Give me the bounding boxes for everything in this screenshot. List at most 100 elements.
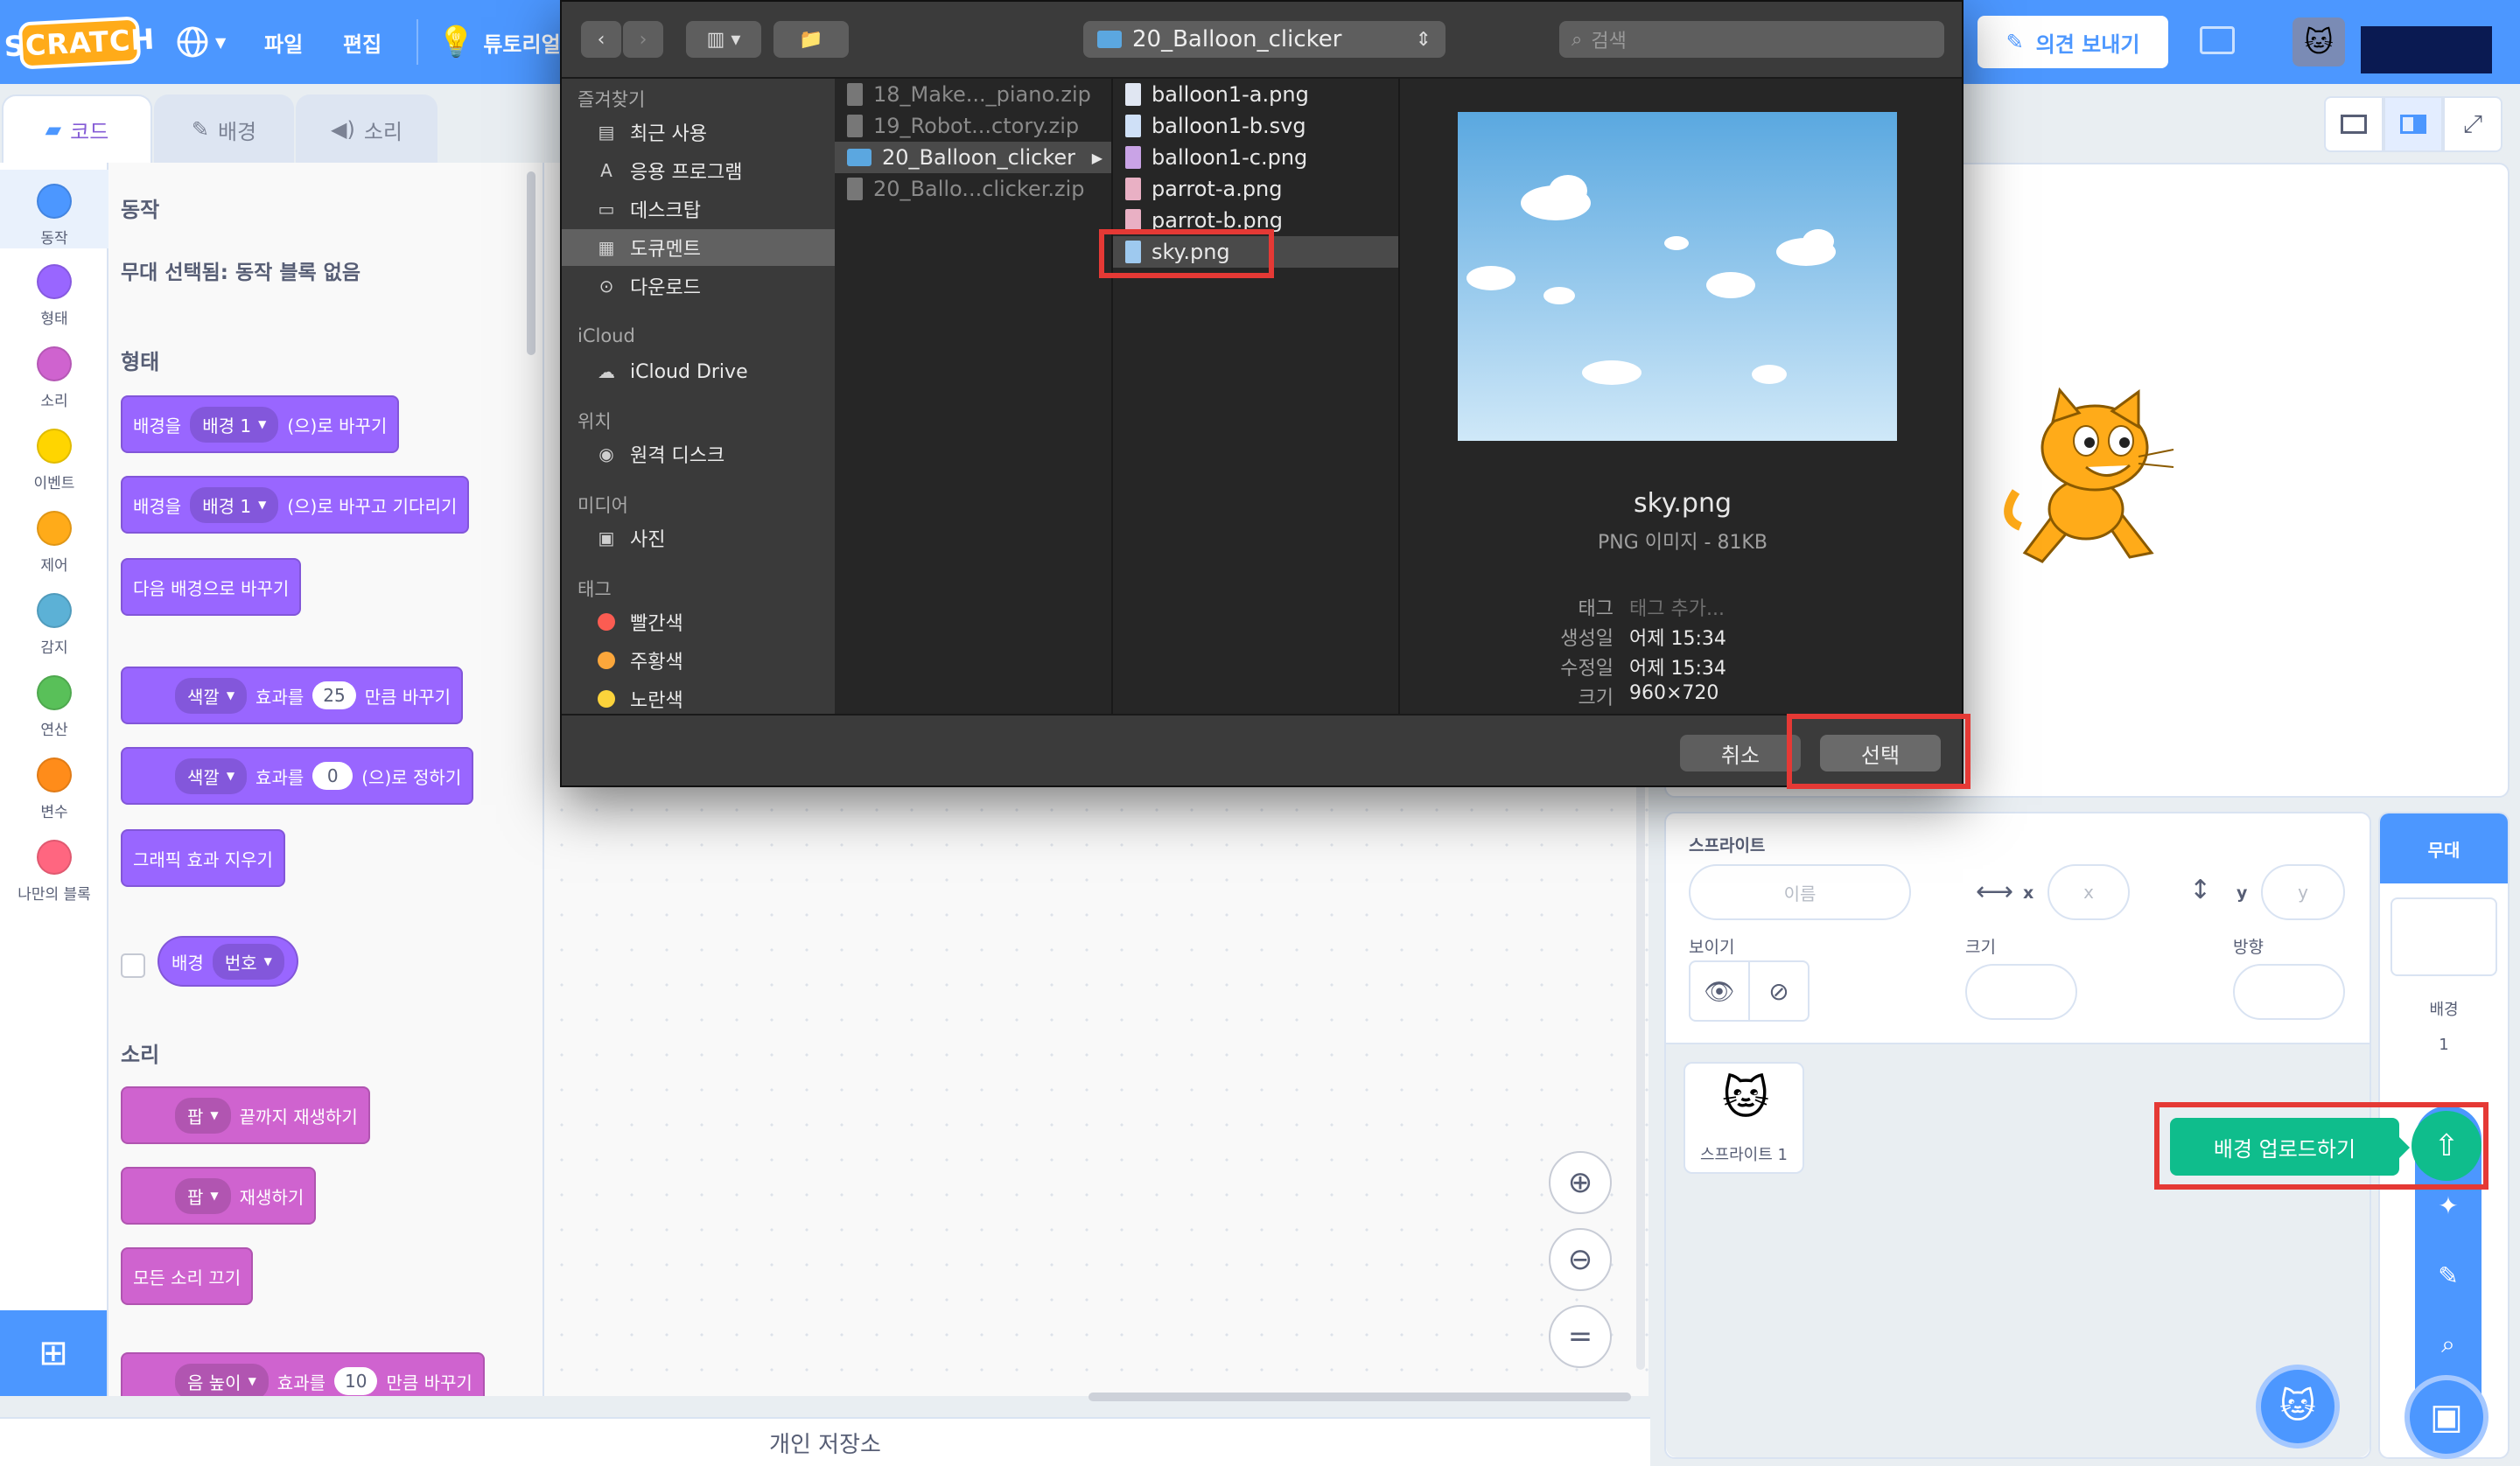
view-mode-button[interactable]: ▥ ▾ bbox=[686, 21, 761, 58]
sprite-name-input[interactable]: 이름 bbox=[1689, 864, 1911, 920]
back-button[interactable]: ‹ bbox=[581, 21, 621, 58]
search-field[interactable]: ⌕ 검색 bbox=[1559, 21, 1944, 58]
size-input[interactable] bbox=[1965, 964, 2077, 1020]
sprite-thumbnail[interactable]: 🐱 스프라이트 1 bbox=[1684, 1062, 1804, 1174]
block-change-sound-effect[interactable]: 음 높이 ▼ 효과를 10 만큼 바꾸기 bbox=[121, 1352, 485, 1396]
cancel-button[interactable]: 취소 bbox=[1680, 735, 1801, 771]
block-switch-backdrop-wait[interactable]: 배경을 배경 1 ▼ (으)로 바꾸고 기다리기 bbox=[121, 476, 470, 534]
backdrop-thumbnail[interactable] bbox=[2390, 897, 2497, 976]
sidebar-item-tag-orange[interactable]: 주황색 bbox=[562, 642, 835, 679]
fullscreen-button[interactable]: ⤢ bbox=[2443, 96, 2502, 152]
feedback-button[interactable]: ✎ 의견 보내기 bbox=[1978, 16, 2168, 68]
block-stop-all-sounds[interactable]: 모든 소리 끄기 bbox=[121, 1247, 254, 1305]
backdrop-dropdown[interactable]: 배경 1 ▼ bbox=[190, 406, 279, 443]
file-row[interactable]: 19_Robot...ctory.zip bbox=[835, 110, 1111, 142]
normal-stage-button[interactable] bbox=[2384, 96, 2443, 152]
number-input[interactable]: 10 bbox=[334, 1367, 378, 1395]
block-next-backdrop[interactable]: 다음 배경으로 바꾸기 bbox=[121, 558, 302, 616]
sound-dropdown[interactable]: 팝 ▼ bbox=[175, 1097, 231, 1134]
forward-button[interactable]: › bbox=[623, 21, 663, 58]
sidebar-label: 사진 bbox=[630, 529, 666, 551]
workspace-scrollbar-horizontal[interactable] bbox=[1088, 1393, 1631, 1401]
paint-icon[interactable]: ✎ bbox=[2415, 1261, 2482, 1290]
sidebar-item-applications[interactable]: A 응용 프로그램 bbox=[562, 152, 835, 189]
number-input[interactable]: 25 bbox=[312, 681, 356, 709]
choose-backdrop-button[interactable]: ▣ bbox=[2404, 1375, 2488, 1459]
backpack[interactable]: 개인 저장소 bbox=[0, 1417, 1650, 1466]
tab-backdrops[interactable]: ✎ 배경 bbox=[154, 94, 294, 163]
file-row[interactable]: balloon1-b.svg bbox=[1113, 110, 1398, 142]
location-popup[interactable]: 20_Balloon_clicker ⇕ bbox=[1083, 21, 1446, 58]
block-start-sound[interactable]: 팝 ▼ 재생하기 bbox=[121, 1167, 317, 1225]
avatar[interactable]: 🐱 bbox=[2292, 17, 2345, 66]
sidebar-item-downloads[interactable]: ⊙ 다운로드 bbox=[562, 268, 835, 304]
sidebar-item-photos[interactable]: ▣ 사진 bbox=[562, 520, 835, 556]
folder-row[interactable]: 20_Balloon_clicker ▶ bbox=[835, 142, 1111, 173]
file-row[interactable]: 20_Ballo...clicker.zip bbox=[835, 173, 1111, 205]
category-events[interactable]: 이벤트 bbox=[0, 420, 108, 492]
scratch-logo[interactable]: SCRATCH bbox=[4, 16, 156, 70]
zoom-reset-button[interactable]: = bbox=[1549, 1305, 1612, 1368]
hide-eye-button[interactable]: ⊘ bbox=[1750, 962, 1808, 1020]
block-change-effect[interactable]: 색깔 ▼ 효과를 25 만큼 바꾸기 bbox=[121, 667, 464, 724]
sound-dropdown[interactable]: 팝 ▼ bbox=[175, 1177, 231, 1214]
tab-sounds[interactable]: ◀) 소리 bbox=[296, 94, 438, 163]
number-name-dropdown[interactable]: 번호 ▼ bbox=[212, 943, 284, 980]
sidebar-item-desktop[interactable]: ▭ 데스크탑 bbox=[562, 191, 835, 227]
sidebar-item-tag-yellow[interactable]: 노란색 bbox=[562, 681, 835, 717]
tab-code[interactable]: ▰ 코드 bbox=[2, 94, 152, 163]
add-tags-field[interactable]: 태그 추가... bbox=[1629, 593, 1725, 621]
file-row[interactable]: balloon1-c.png bbox=[1113, 142, 1398, 173]
file-row[interactable]: balloon1-a.png bbox=[1113, 79, 1398, 110]
category-my-blocks[interactable]: 나만의 블록 bbox=[0, 831, 108, 904]
effect-dropdown[interactable]: 색깔 ▼ bbox=[175, 757, 248, 794]
surprise-icon[interactable]: ✦ bbox=[2415, 1191, 2482, 1220]
sidebar-item-icloud-drive[interactable]: ☁ iCloud Drive bbox=[562, 353, 835, 390]
choose-sprite-button[interactable]: 🐱 bbox=[2256, 1365, 2340, 1449]
file-menu[interactable]: 파일 bbox=[264, 0, 303, 84]
folder-icon[interactable] bbox=[2200, 26, 2235, 54]
y-input[interactable]: y bbox=[2261, 864, 2345, 920]
category-variables[interactable]: 변수 bbox=[0, 749, 108, 821]
sidebar-item-documents[interactable]: ▦ 도큐멘트 bbox=[562, 229, 835, 266]
category-sensing[interactable]: 감지 bbox=[0, 584, 108, 657]
direction-input[interactable] bbox=[2233, 964, 2345, 1020]
x-input[interactable]: x bbox=[2048, 864, 2130, 920]
new-folder-button[interactable]: 📁 bbox=[774, 21, 849, 58]
backdrop-dropdown[interactable]: 배경 1 ▼ bbox=[190, 486, 279, 523]
category-looks[interactable]: 형태 bbox=[0, 255, 108, 328]
block-switch-backdrop[interactable]: 배경을 배경 1 ▼ (으)로 바꾸기 bbox=[121, 395, 400, 453]
palette-scrollbar[interactable] bbox=[527, 171, 536, 355]
block-play-sound-until-done[interactable]: 팝 ▼ 끝까지 재생하기 bbox=[121, 1086, 370, 1144]
block-backdrop-number[interactable]: 배경 번호 ▼ bbox=[158, 936, 298, 987]
file-name: 20_Balloon_clicker bbox=[882, 145, 1076, 170]
zoom-in-button[interactable]: ⊕ bbox=[1549, 1151, 1612, 1214]
sidebar-item-remote-disc[interactable]: ◉ 원격 디스크 bbox=[562, 436, 835, 472]
number-input[interactable]: 0 bbox=[312, 762, 354, 790]
camera-icon: ▣ bbox=[598, 527, 615, 548]
add-extension-button[interactable]: ⊞ bbox=[0, 1310, 107, 1396]
file-row[interactable]: parrot-a.png bbox=[1113, 173, 1398, 205]
block-clear-effects[interactable]: 그래픽 효과 지우기 bbox=[121, 829, 285, 887]
category-operators[interactable]: 연산 bbox=[0, 667, 108, 739]
normal-stage-icon bbox=[2400, 115, 2426, 134]
scratch-cat-sprite[interactable] bbox=[1998, 387, 2184, 570]
category-motion[interactable]: 동작 bbox=[0, 170, 108, 248]
sidebar-item-tag-red[interactable]: 빨간색 bbox=[562, 604, 835, 640]
search-icon[interactable]: ⌕ bbox=[2415, 1330, 2482, 1359]
edit-menu[interactable]: 편집 bbox=[343, 0, 382, 84]
sound-effect-dropdown[interactable]: 음 높이 ▼ bbox=[175, 1363, 269, 1396]
zoom-out-button[interactable]: ⊖ bbox=[1549, 1228, 1612, 1291]
effect-dropdown[interactable]: 색깔 ▼ bbox=[175, 677, 248, 714]
sidebar-item-recents[interactable]: ▤ 최근 사용 bbox=[562, 114, 835, 150]
language-button[interactable]: ▼ bbox=[175, 0, 226, 84]
monitor-checkbox[interactable] bbox=[121, 953, 145, 978]
category-control[interactable]: 제어 bbox=[0, 502, 108, 575]
tutorials-button[interactable]: 💡 튜토리얼 bbox=[438, 0, 561, 84]
small-stage-button[interactable] bbox=[2324, 96, 2384, 152]
show-eye-button[interactable]: 👁 bbox=[1690, 962, 1750, 1020]
block-set-effect[interactable]: 색깔 ▼ 효과를 0 (으)로 정하기 bbox=[121, 747, 474, 805]
username-redacted[interactable] bbox=[2361, 26, 2492, 73]
category-sound[interactable]: 소리 bbox=[0, 338, 108, 410]
file-row[interactable]: 18_Make..._piano.zip bbox=[835, 79, 1111, 110]
